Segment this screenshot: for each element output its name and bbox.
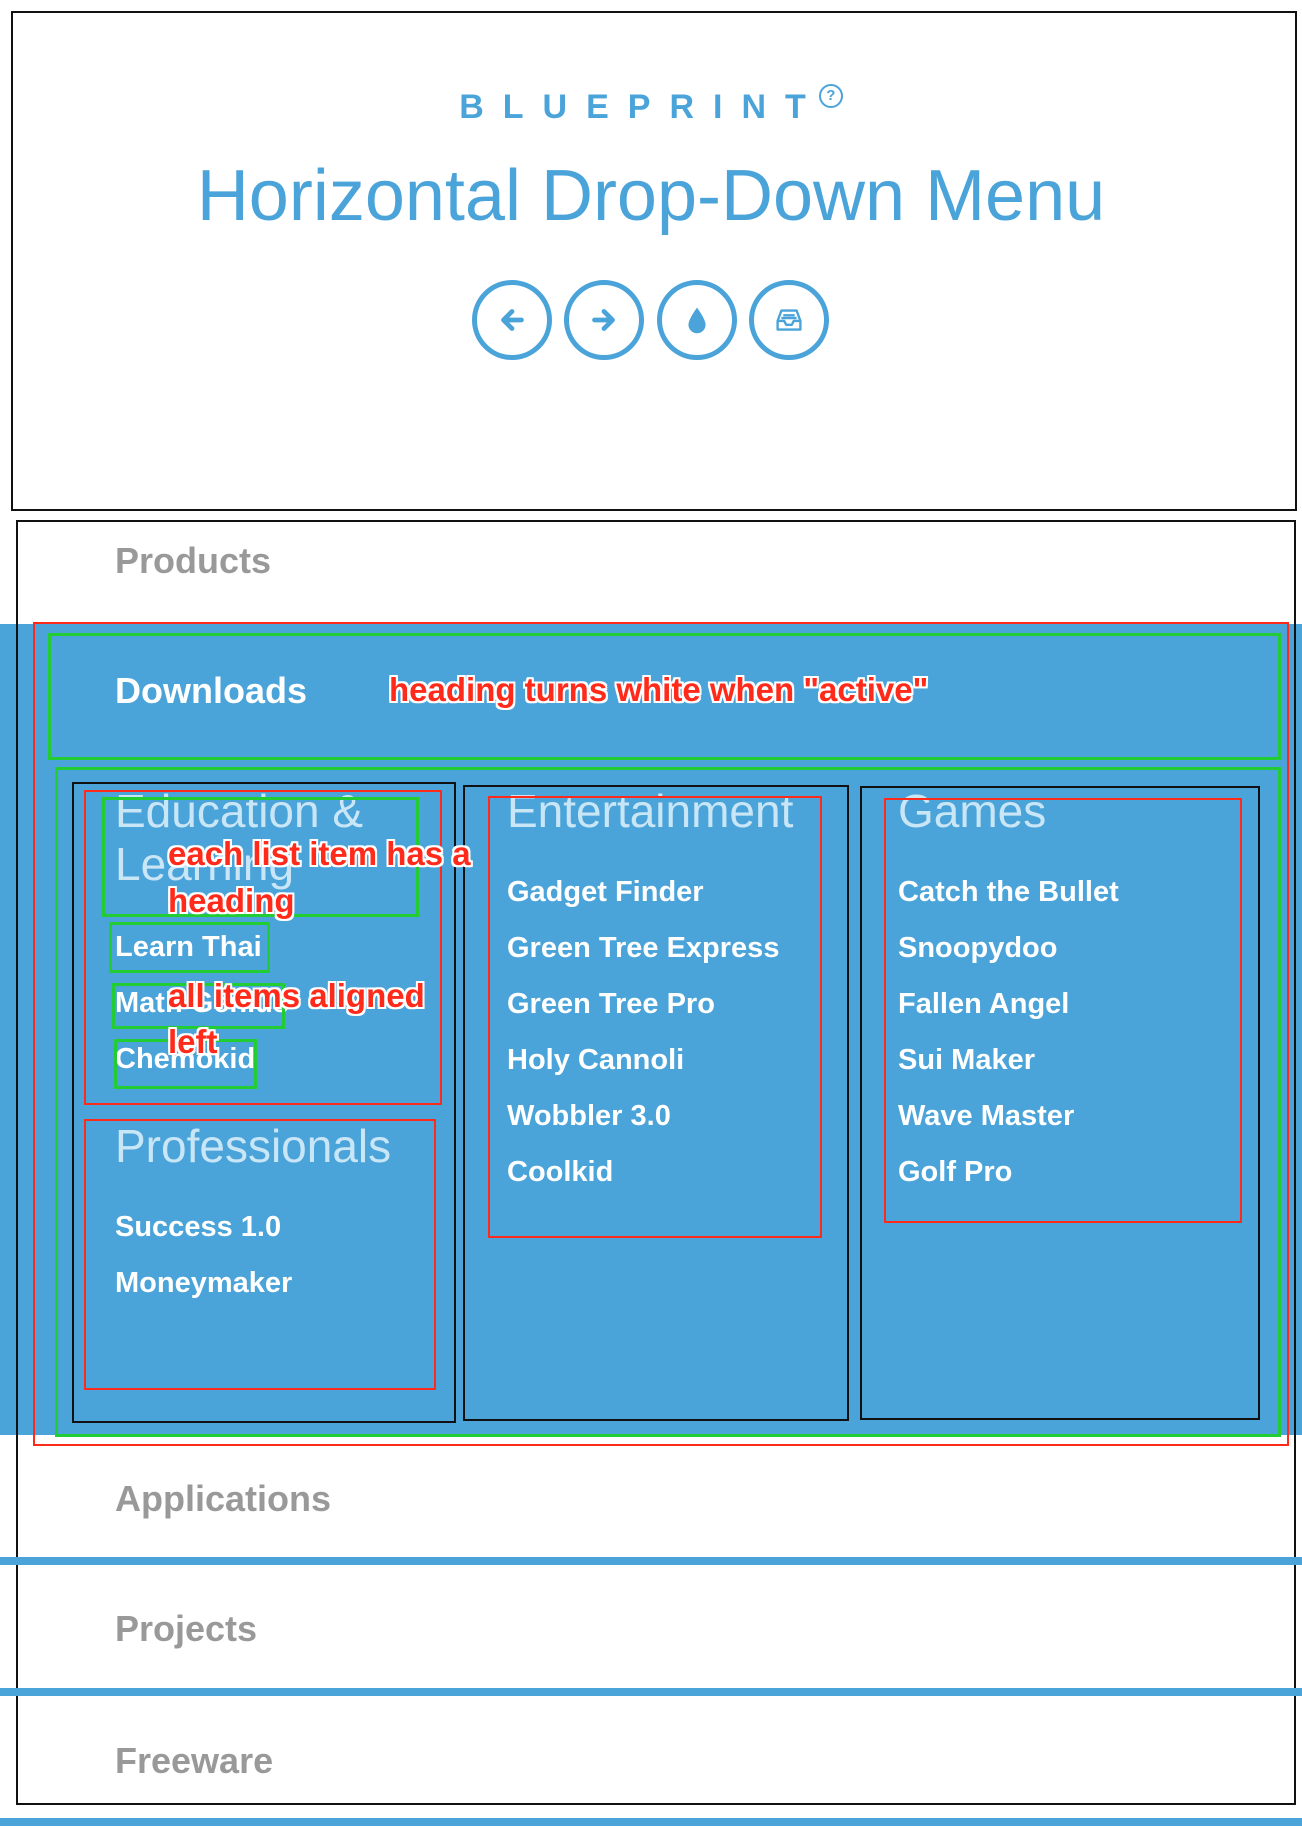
previous-button[interactable] <box>472 280 552 360</box>
menu-item-freeware[interactable]: Freeware <box>115 1740 273 1782</box>
inbox-icon <box>776 309 802 331</box>
help-icon[interactable]: ? <box>818 84 843 108</box>
annotation-box <box>488 796 822 1238</box>
annotation-note: heading turns white when "active" <box>389 671 929 708</box>
annotation-box <box>884 798 1242 1223</box>
annotation-note: left <box>168 1023 218 1060</box>
page-title: Horizontal Drop-Down Menu <box>196 156 1106 236</box>
arrow-right-icon <box>592 309 615 331</box>
header-box <box>11 11 1297 511</box>
menu-item-projects[interactable]: Projects <box>115 1608 257 1650</box>
annotation-box <box>109 922 270 973</box>
drop-icon <box>688 307 706 334</box>
annotation-box <box>84 1119 436 1390</box>
menu-separator <box>0 1818 1302 1826</box>
theme-button[interactable] <box>657 280 737 360</box>
annotation-note: each list item has a <box>168 835 471 872</box>
menu-item-products[interactable]: Products <box>115 540 271 582</box>
arrow-left-icon <box>501 309 524 331</box>
menu-item-applications[interactable]: Applications <box>115 1478 331 1520</box>
next-button[interactable] <box>564 280 644 360</box>
brand-logo: BLUEPRINT? <box>0 84 1302 127</box>
annotation-note: heading <box>168 882 295 919</box>
brand-text: BLUEPRINT <box>459 88 825 126</box>
menu-separator <box>0 1688 1302 1696</box>
archive-button[interactable] <box>749 280 829 360</box>
annotation-note: all items aligned <box>168 977 425 1014</box>
menu-separator <box>0 1557 1302 1565</box>
